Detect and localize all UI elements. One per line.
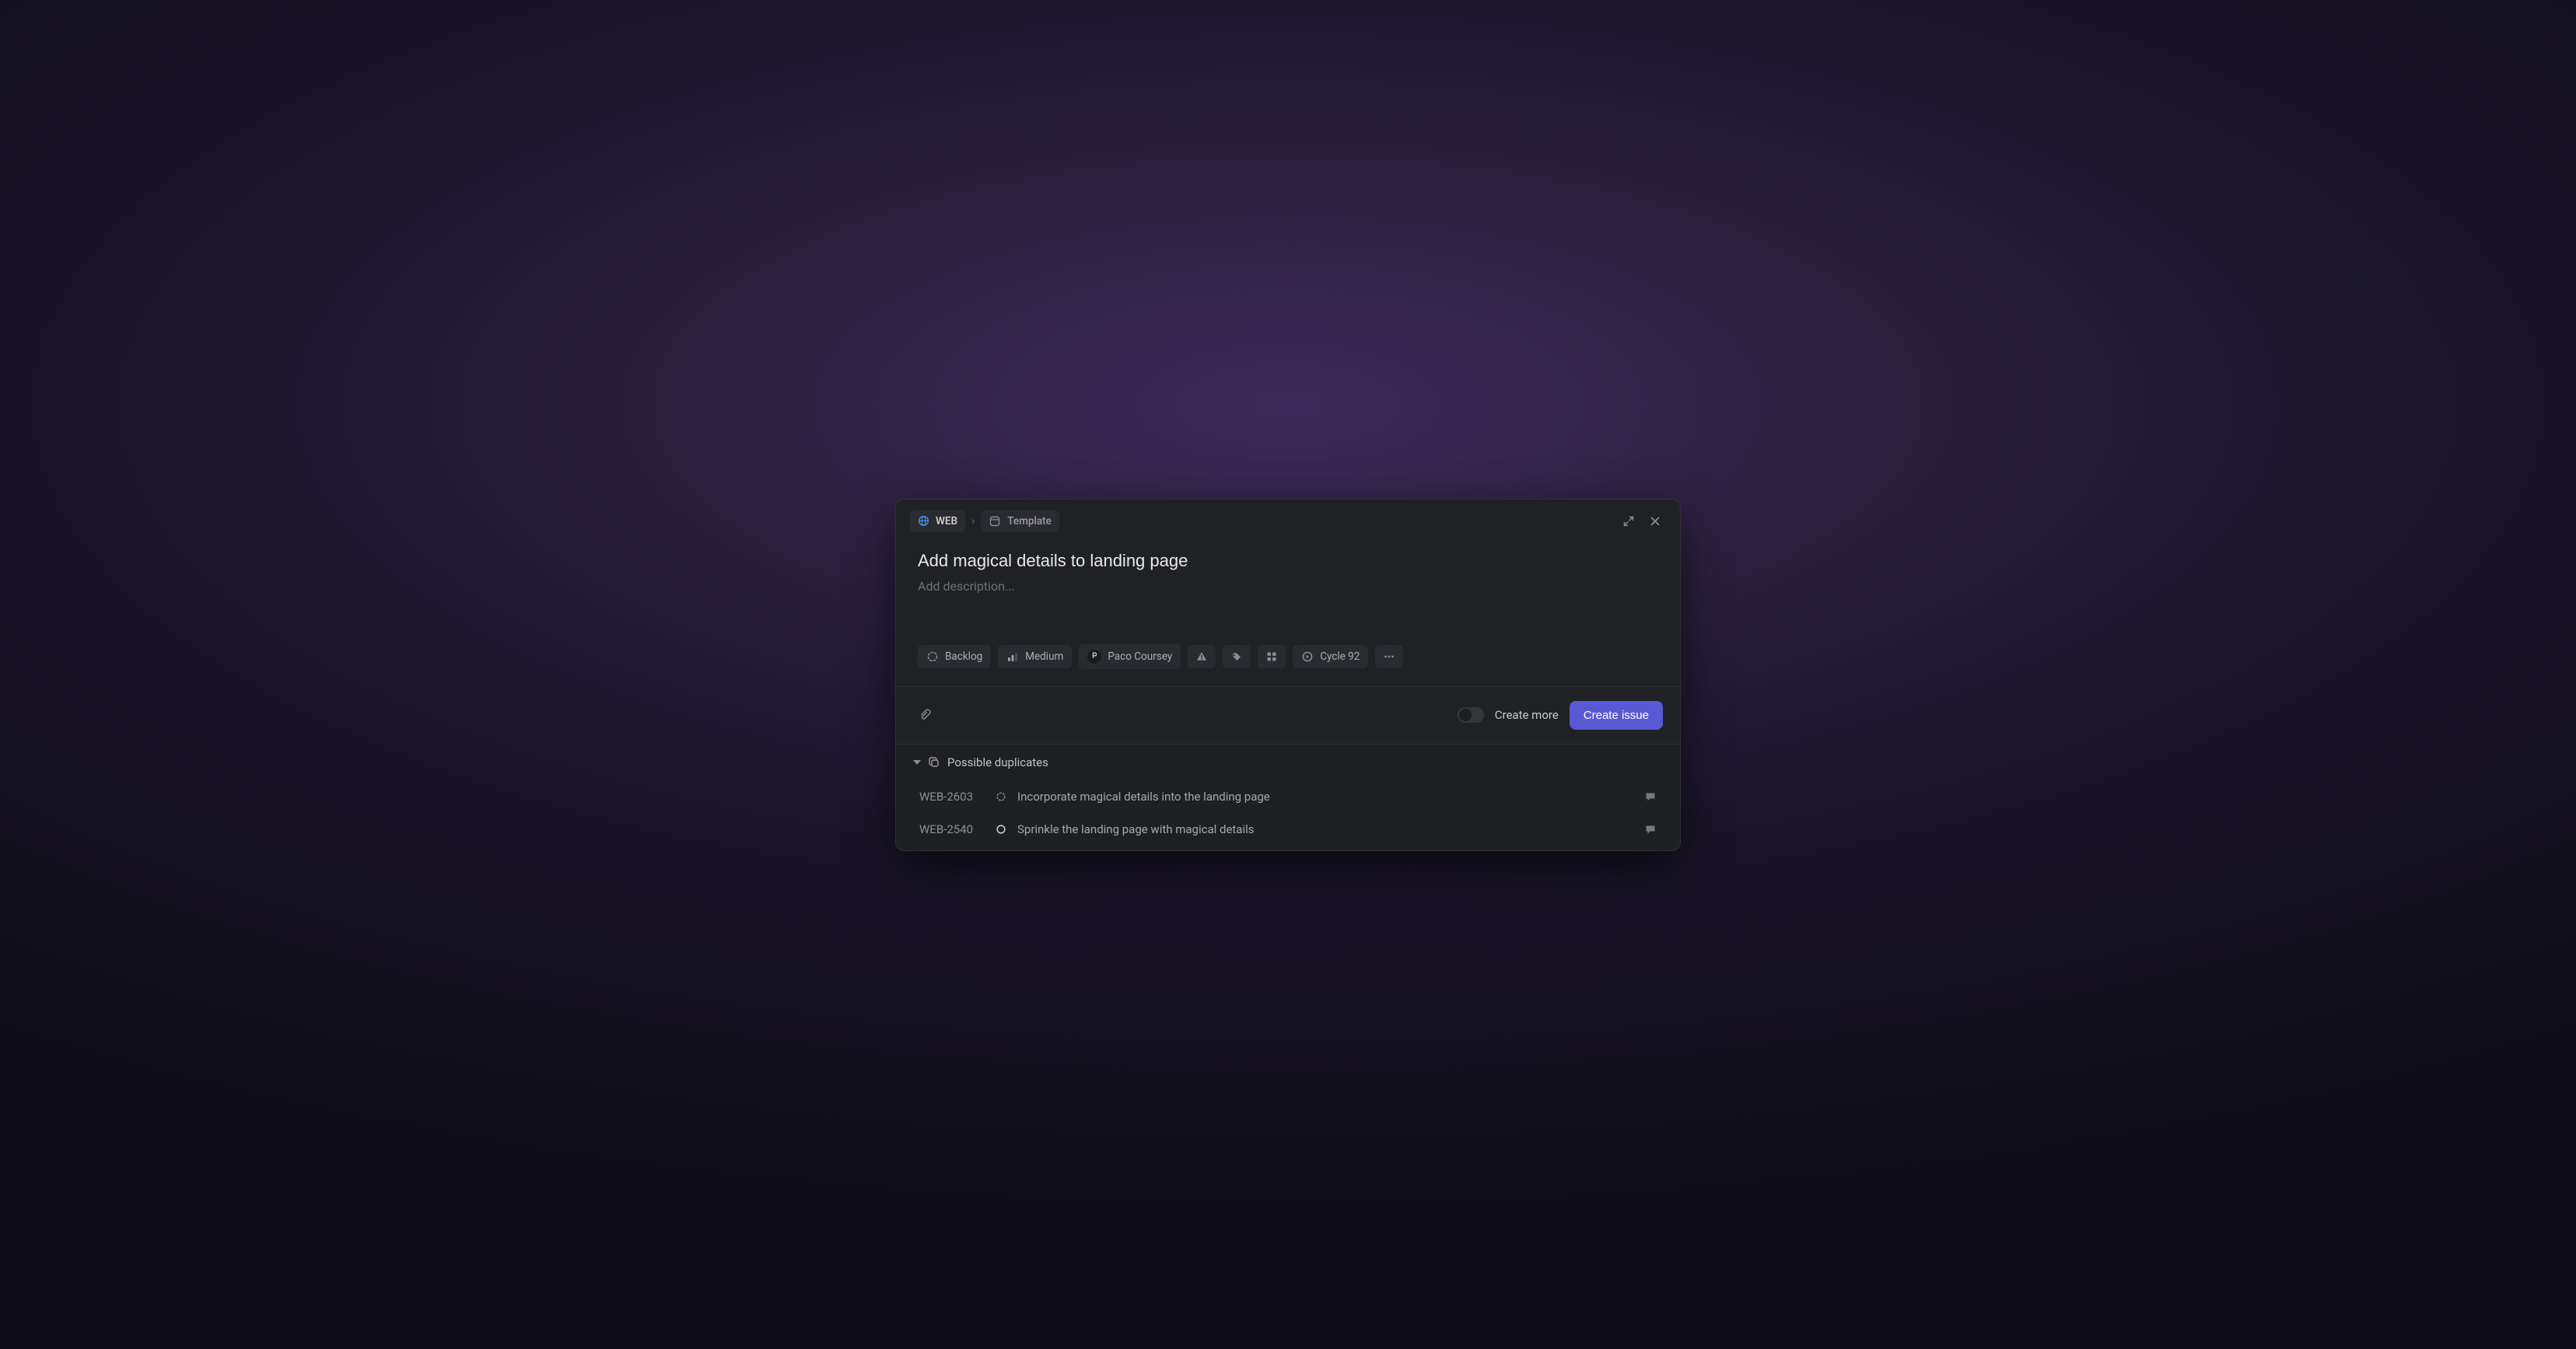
new-issue-modal: WEB › Template	[895, 499, 1681, 851]
breadcrumb-project-chip[interactable]: WEB	[910, 510, 965, 532]
breadcrumb-separator: ›	[971, 515, 975, 527]
warning-icon	[1195, 650, 1208, 663]
comment-icon[interactable]	[1644, 790, 1657, 803]
assignee-selector[interactable]: P Paco Coursey	[1079, 644, 1181, 669]
priority-medium-icon	[1006, 650, 1019, 663]
comment-icon[interactable]	[1644, 823, 1657, 836]
backlog-status-icon	[996, 791, 1006, 802]
assignee-avatar: P	[1087, 650, 1101, 664]
possible-duplicates-header[interactable]: Possible duplicates	[896, 745, 1680, 780]
expand-button[interactable]	[1618, 510, 1640, 532]
possible-duplicates-section: Possible duplicates WEB-2603 Incorporate…	[896, 744, 1680, 850]
duplicate-row[interactable]: WEB-2603 Incorporate magical details int…	[896, 780, 1680, 813]
duplicate-issue-id: WEB-2603	[919, 790, 985, 804]
duplicate-row[interactable]: WEB-2540 Sprinkle the landing page with …	[896, 813, 1680, 850]
assignee-name: Paco Coursey	[1108, 650, 1172, 663]
paperclip-icon	[919, 709, 931, 721]
cycle-selector[interactable]: Cycle 92	[1293, 645, 1368, 668]
globe-icon	[918, 515, 929, 527]
todo-status-icon	[996, 824, 1006, 835]
status-selector[interactable]: Backlog	[918, 645, 991, 668]
create-issue-button[interactable]: Create issue	[1570, 701, 1663, 730]
breadcrumb-project-label: WEB	[936, 515, 957, 527]
priority-label: Medium	[1025, 650, 1063, 663]
possible-duplicates-title: Possible duplicates	[947, 755, 1048, 769]
label-selector[interactable]	[1188, 645, 1216, 668]
expand-icon	[1622, 515, 1635, 527]
grid-icon	[1265, 650, 1278, 663]
tag-selector[interactable]	[1223, 645, 1251, 668]
caret-down-icon	[913, 760, 921, 765]
issue-description-input[interactable]	[918, 579, 1658, 597]
close-button[interactable]	[1644, 510, 1666, 532]
modal-header: WEB › Template	[896, 499, 1680, 532]
breadcrumb-template-label: Template	[1007, 515, 1052, 527]
duplicate-issue-title: Sprinkle the landing page with magical d…	[1017, 822, 1633, 836]
priority-selector[interactable]: Medium	[998, 645, 1072, 668]
tag-icon	[1230, 650, 1243, 663]
issue-title-input[interactable]	[918, 551, 1658, 571]
status-label: Backlog	[945, 650, 982, 663]
duplicate-icon	[928, 756, 940, 769]
breadcrumb-template-chip[interactable]: Template	[981, 510, 1059, 532]
template-icon	[989, 515, 1001, 527]
modal-footer: Create more Create issue	[896, 686, 1680, 744]
cycle-icon	[1301, 650, 1314, 663]
create-more-label[interactable]: Create more	[1495, 708, 1559, 722]
modal-body: Backlog Medium P Paco Coursey	[896, 532, 1680, 686]
close-icon	[1649, 515, 1661, 527]
toggle-knob	[1459, 709, 1472, 721]
more-horizontal-icon	[1383, 650, 1395, 663]
create-more-toggle[interactable]	[1458, 707, 1484, 723]
duplicate-issue-title: Incorporate magical details into the lan…	[1017, 790, 1633, 804]
attach-file-button[interactable]	[913, 703, 936, 727]
project-selector[interactable]	[1258, 645, 1286, 668]
backlog-status-icon	[926, 650, 939, 663]
more-properties-button[interactable]	[1375, 645, 1403, 668]
duplicate-issue-id: WEB-2540	[919, 822, 985, 836]
cycle-label: Cycle 92	[1320, 650, 1360, 663]
properties-row: Backlog Medium P Paco Coursey	[918, 644, 1658, 669]
